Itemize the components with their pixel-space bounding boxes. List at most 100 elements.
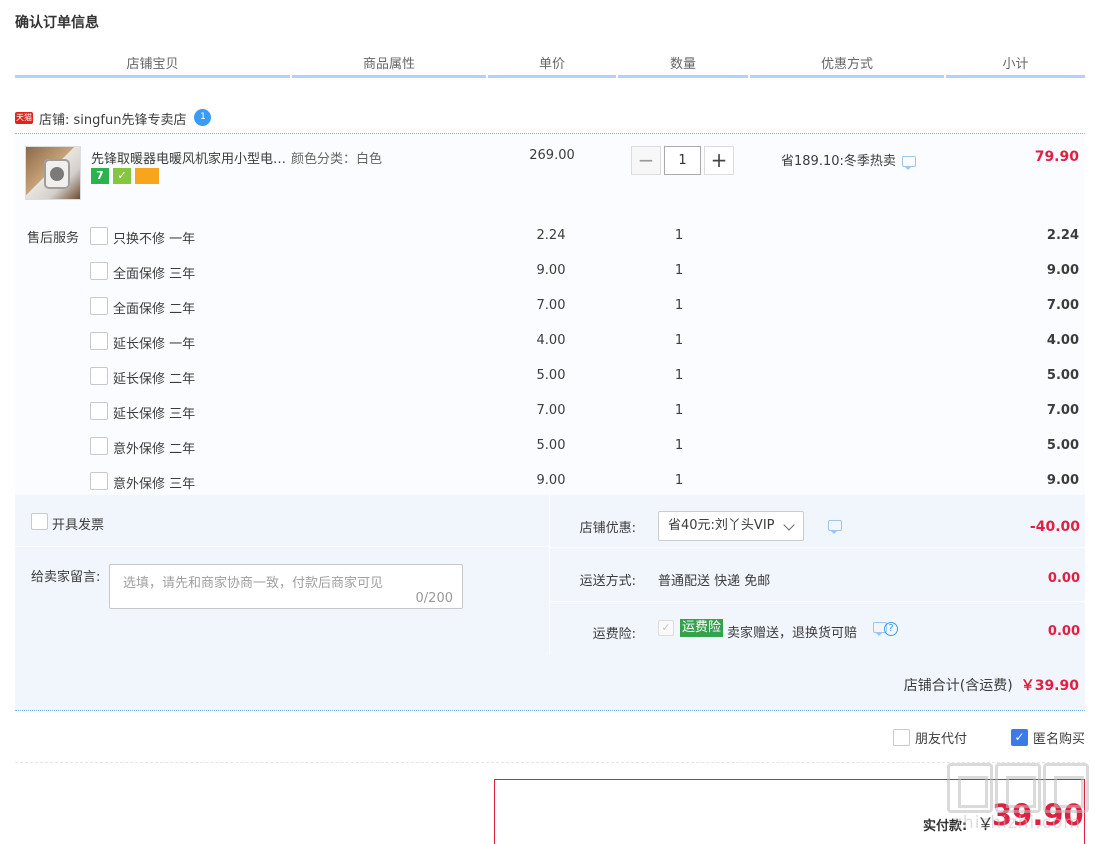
- service-name: 延长保修 三年: [113, 407, 196, 422]
- insurance-checkbox[interactable]: ✓: [658, 620, 674, 636]
- insurance-label: 运费险:: [592, 627, 636, 642]
- invoice-checkbox[interactable]: [31, 513, 48, 530]
- help-icon[interactable]: ?: [884, 622, 898, 636]
- comment-icon[interactable]: [828, 520, 842, 534]
- service-subtotal: 7.00: [1046, 403, 1079, 418]
- shipping-amount: 0.00: [1047, 571, 1080, 586]
- order-item-block: 先锋取暖器电暖风机家用小型电暖器 7 ✓ 颜色分类：白色 269.00 − 1 …: [15, 133, 1085, 495]
- promo-text: 省189.10:冬季热卖: [781, 154, 896, 169]
- service-checkbox[interactable]: [90, 472, 108, 490]
- order-options-block: 开具发票 给卖家留言: 选填，请先和商家协商一致，付款后商家可见 0/200 店…: [15, 495, 1086, 711]
- service-checkbox[interactable]: [90, 297, 108, 315]
- shop-line: 天猫 店铺: singfun先锋专卖店 1: [15, 108, 212, 128]
- service-quantity: 1: [674, 473, 684, 488]
- service-price: 2.24: [536, 228, 566, 243]
- product-thumbnail[interactable]: [25, 146, 81, 200]
- service-row: 全面保修 三年 9.00 1 9.00: [15, 262, 1085, 297]
- quantity-decrease-button[interactable]: −: [631, 146, 661, 175]
- anonymous-option[interactable]: ✓ 匿名购买: [1010, 728, 1085, 747]
- service-quantity: 1: [674, 368, 684, 383]
- product-attribute: 颜色分类：白色: [291, 152, 383, 167]
- friend-pay-checkbox[interactable]: [892, 729, 910, 746]
- product-unit-price: 269.00: [529, 148, 575, 163]
- service-name: 意外保修 三年: [113, 477, 196, 492]
- payment-amount: 39.90: [992, 798, 1084, 832]
- column-header-promo: 优惠方式: [750, 56, 944, 78]
- message-char-count: 0/200: [415, 591, 453, 606]
- anonymous-checkbox[interactable]: ✓: [1010, 729, 1028, 746]
- shop-total: 店铺合计(含运费) ￥39.90: [904, 675, 1079, 695]
- service-name: 延长保修 二年: [113, 372, 196, 387]
- service-name: 只换不修 一年: [113, 232, 196, 247]
- shop-name-link[interactable]: 店铺: singfun先锋专卖店: [39, 109, 186, 128]
- column-header-qty: 数量: [618, 56, 748, 78]
- tmall-icon: 天猫: [15, 112, 33, 124]
- insurance-text: 卖家赠送，退换货可赔: [727, 626, 858, 641]
- seven-day-return-icon[interactable]: 7: [91, 168, 109, 184]
- message-label: 给卖家留言:: [31, 570, 101, 585]
- service-quantity: 1: [674, 298, 684, 313]
- service-checkbox[interactable]: [90, 262, 108, 280]
- service-row: 延长保修 三年 7.00 1 7.00: [15, 402, 1085, 437]
- page-title: 确认订单信息: [15, 15, 99, 31]
- quantity-increase-button[interactable]: +: [704, 146, 734, 175]
- friend-pay-option[interactable]: 朋友代付: [892, 728, 967, 747]
- service-checkbox[interactable]: [90, 332, 108, 350]
- shop-discount-label: 店铺优惠:: [579, 521, 636, 536]
- credit-card-icon[interactable]: [135, 168, 159, 184]
- shop-discount-value: 省40元:刘丫头VIP: [668, 518, 775, 533]
- quantity-input[interactable]: 1: [664, 146, 701, 175]
- service-subtotal: 5.00: [1046, 368, 1079, 383]
- service-row: 只换不修 一年 2.24 1 2.24: [15, 227, 1085, 262]
- shipping-row: 运送方式: 普通配送 快递 免邮 0.00: [550, 548, 1086, 602]
- service-subtotal: 9.00: [1046, 263, 1079, 278]
- quantity-stepper: − 1 +: [631, 146, 734, 175]
- comment-icon[interactable]: [901, 156, 916, 170]
- service-price: 4.00: [536, 333, 566, 348]
- service-row: 延长保修 二年 5.00 1 5.00: [15, 367, 1085, 402]
- service-checkbox[interactable]: [90, 227, 108, 245]
- service-checkbox[interactable]: [90, 367, 108, 385]
- shop-discount-select[interactable]: 省40元:刘丫头VIP: [658, 511, 804, 541]
- buyer-options-pane: 开具发票 给卖家留言: 选填，请先和商家协商一致，付款后商家可见 0/200: [15, 495, 549, 655]
- shop-discount-row: 店铺优惠: 省40元:刘丫头VIP -40.00: [550, 495, 1086, 548]
- invoice-row: 开具发票: [15, 495, 549, 547]
- shipping-method: 普通配送 快递 免邮: [658, 574, 771, 589]
- insurance-amount: 0.00: [1047, 624, 1080, 639]
- column-header-item: 店铺宝贝: [15, 56, 290, 78]
- service-price: 9.00: [536, 263, 566, 278]
- service-quantity: 1: [674, 228, 684, 243]
- anonymous-label: 匿名购买: [1032, 732, 1085, 747]
- service-checkbox[interactable]: [90, 402, 108, 420]
- friend-pay-label: 朋友代付: [914, 732, 967, 747]
- service-quantity: 1: [674, 438, 684, 453]
- payment-label: 实付款:: [923, 819, 968, 834]
- service-price: 7.00: [536, 403, 566, 418]
- shop-total-label: 店铺合计(含运费): [903, 678, 1013, 694]
- guarantee-icon[interactable]: ✓: [113, 168, 131, 184]
- product-promo: 省189.10:冬季热卖: [781, 150, 916, 170]
- product-badges: 7 ✓: [91, 168, 159, 184]
- service-row: 意外保修 二年 5.00 1 5.00: [15, 437, 1085, 472]
- shop-total-amount: ￥39.90: [1020, 678, 1079, 694]
- service-price: 7.00: [536, 298, 566, 313]
- service-price: 5.00: [536, 368, 566, 383]
- invoice-label: 开具发票: [52, 518, 105, 533]
- service-price: 5.00: [536, 438, 566, 453]
- service-subtotal: 5.00: [1046, 438, 1079, 453]
- service-name: 延长保修 一年: [113, 337, 196, 352]
- section-divider: [15, 762, 1085, 763]
- service-subtotal: 2.24: [1046, 228, 1079, 243]
- column-header-subtotal: 小计: [946, 56, 1085, 78]
- wangwang-chat-icon[interactable]: 1: [194, 108, 212, 126]
- insurance-row: 运费险: ✓ 运费险 卖家赠送，退换货可赔 ? 0.00: [550, 602, 1086, 655]
- product-title-link[interactable]: 先锋取暖器电暖风机家用小型电暖器: [91, 148, 287, 167]
- service-row: 全面保修 二年 7.00 1 7.00: [15, 297, 1085, 332]
- service-price: 9.00: [536, 473, 566, 488]
- seller-message-input[interactable]: 选填，请先和商家协商一致，付款后商家可见 0/200: [109, 564, 463, 609]
- checkout-options: 朋友代付 ✓ 匿名购买: [849, 728, 1085, 747]
- message-placeholder: 选填，请先和商家协商一致，付款后商家可见: [123, 576, 384, 591]
- service-quantity: 1: [674, 403, 684, 418]
- shop-discount-amount: -40.00: [1029, 519, 1080, 535]
- service-checkbox[interactable]: [90, 437, 108, 455]
